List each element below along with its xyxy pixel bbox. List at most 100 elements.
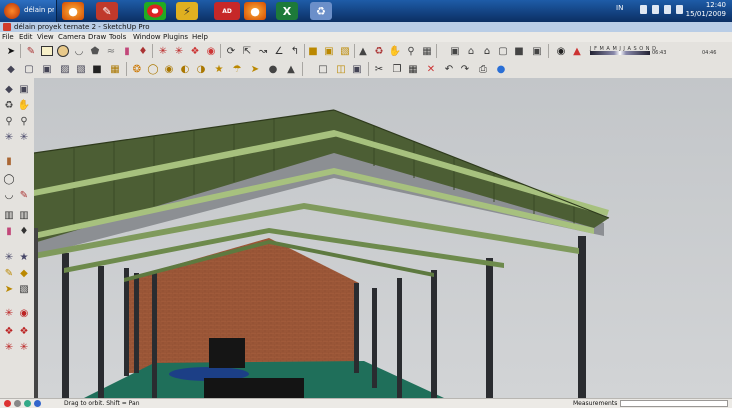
menu-window[interactable]: Window [133, 32, 161, 42]
language-indicator[interactable]: IN [616, 4, 623, 12]
cut-icon[interactable]: ✂ [372, 62, 386, 76]
rectangle-icon[interactable] [40, 44, 54, 58]
help-icon[interactable]: ● [494, 62, 508, 76]
firefox-icon[interactable]: ● [244, 2, 266, 20]
polygon-icon[interactable]: ⬟ [88, 44, 102, 58]
section-plane-icon[interactable]: ▧ [17, 282, 31, 296]
arc-icon[interactable]: ◡ [72, 44, 86, 58]
menu-edit[interactable]: Edit [19, 32, 33, 42]
walk-icon[interactable]: ✳ [2, 340, 16, 354]
pencil-line-icon[interactable]: ✎ [24, 44, 38, 58]
protractor-icon[interactable]: ∠ [272, 44, 286, 58]
sandbox-icon[interactable]: ▮ [2, 154, 16, 168]
iso-view-icon[interactable]: ◆ [4, 62, 18, 76]
text-icon[interactable]: ▥ [2, 208, 16, 222]
section-plane-icon[interactable]: ▲ [356, 44, 370, 58]
recycle-icon[interactable]: ♻ [310, 2, 332, 20]
shadow-toggle-icon[interactable]: ▲ [570, 44, 584, 58]
user-icon[interactable] [24, 400, 31, 407]
zoom-icon[interactable]: ⚲ [2, 114, 16, 128]
offset-icon[interactable]: ❖ [188, 44, 202, 58]
camera-icon[interactable]: ▣ [530, 44, 544, 58]
shaded-texture-icon[interactable]: ◐ [178, 62, 192, 76]
excel-icon[interactable]: X [276, 2, 298, 20]
select-arrow-icon[interactable]: ➤ [4, 44, 18, 58]
sun-icon[interactable]: ◉ [554, 44, 568, 58]
clock[interactable]: 12:40 15/01/2009 [686, 1, 726, 19]
axes-icon[interactable]: ➤ [2, 282, 16, 296]
follow-me-icon[interactable]: ★ [17, 250, 31, 264]
arc-icon[interactable]: ◡ [2, 188, 16, 202]
measurements-input[interactable] [620, 400, 728, 407]
model-info-icon[interactable]: ★ [212, 62, 226, 76]
firefox-icon[interactable]: ● [62, 2, 84, 20]
menu-draw[interactable]: Draw [88, 32, 106, 42]
erase-icon[interactable]: ✕ [424, 62, 438, 76]
shadow-time-slider[interactable] [590, 51, 650, 55]
zoom-window-icon[interactable]: ⚲ [17, 114, 31, 128]
right-view-icon[interactable]: ▨ [58, 62, 72, 76]
pencil-icon[interactable]: ✎ [96, 2, 118, 20]
dimension-icon[interactable]: ▥ [17, 208, 31, 222]
text-icon[interactable]: ▣ [322, 44, 336, 58]
menu-plugins[interactable]: Plugins [163, 32, 188, 42]
look-around-icon[interactable]: ✳ [17, 340, 31, 354]
save-icon[interactable]: ▣ [350, 62, 364, 76]
eraser-icon[interactable]: ▮ [2, 224, 16, 238]
pencil-line-icon[interactable]: ✎ [17, 188, 31, 202]
push-pull-icon[interactable]: ✳ [156, 44, 170, 58]
print-icon[interactable]: ⎙ [476, 62, 490, 76]
house-icon[interactable]: ⌂ [480, 44, 494, 58]
house-icon[interactable]: ⌂ [464, 44, 478, 58]
paint-bucket-icon[interactable]: ♦ [136, 44, 150, 58]
hidden-line-icon[interactable]: ◯ [146, 62, 160, 76]
wireframe-icon[interactable]: ❂ [130, 62, 144, 76]
credits-icon[interactable] [14, 400, 21, 407]
menu-help[interactable]: Help [192, 32, 208, 42]
protractor-icon[interactable]: ◆ [17, 266, 31, 280]
follow-me-icon[interactable]: ✳ [172, 44, 186, 58]
3d-text-icon[interactable]: ▧ [338, 44, 352, 58]
move-icon[interactable]: ◉ [204, 44, 218, 58]
help-icon[interactable] [34, 400, 41, 407]
circle-icon[interactable] [56, 44, 70, 58]
xray-icon[interactable]: ▦ [108, 62, 122, 76]
camera-icon[interactable]: ▣ [448, 44, 462, 58]
eraser-icon[interactable]: ▮ [120, 44, 134, 58]
start-button[interactable]: délain proyek ternate 2 - SketchUp Pro [0, 0, 57, 22]
tape-measure-icon[interactable]: ✎ [2, 266, 16, 280]
paint-bucket-icon[interactable]: ♦ [17, 224, 31, 238]
model-info-icon[interactable]: ☂ [230, 62, 244, 76]
menu-file[interactable]: File [2, 32, 14, 42]
model-info-icon[interactable]: ➤ [248, 62, 262, 76]
top-view-icon[interactable]: ▢ [22, 62, 36, 76]
back-view-icon[interactable]: ▧ [74, 62, 88, 76]
iso-view-icon[interactable]: ◆ [2, 82, 16, 96]
undo-icon[interactable]: ↶ [442, 62, 456, 76]
zoom-extents-icon[interactable]: ▦ [420, 44, 434, 58]
camera-icon[interactable]: ▢ [496, 44, 510, 58]
open-file-icon[interactable]: ◫ [334, 62, 348, 76]
shaded-icon[interactable]: ◉ [162, 62, 176, 76]
menu-view[interactable]: View [37, 32, 54, 42]
pan-icon[interactable]: ✋ [388, 44, 402, 58]
previous-view-icon[interactable]: ✳ [17, 130, 31, 144]
rotate-icon[interactable]: ◉ [17, 306, 31, 320]
tray-icon[interactable] [652, 5, 659, 14]
winamp-icon[interactable]: ⚡ [176, 2, 198, 20]
copy-icon[interactable]: ❐ [390, 62, 404, 76]
dimension-icon[interactable]: ■ [306, 44, 320, 58]
model-info-icon[interactable]: ● [266, 62, 280, 76]
left-view-icon[interactable]: ■ [90, 62, 104, 76]
menu-camera[interactable]: Camera [58, 32, 85, 42]
scale-icon[interactable]: ⇱ [240, 44, 254, 58]
shadow-bar-icon[interactable]: J F M A M J J A S O N D 06:43 04:46 [590, 46, 730, 56]
front-view-icon[interactable]: ▣ [40, 62, 54, 76]
zoom-icon[interactable]: ⚲ [404, 44, 418, 58]
geo-location-icon[interactable] [4, 400, 11, 407]
volume-icon[interactable] [676, 5, 683, 14]
scale-icon[interactable]: ❖ [2, 324, 16, 338]
monochrome-icon[interactable]: ◑ [194, 62, 208, 76]
axes-icon[interactable]: ↰ [288, 44, 302, 58]
tape-measure-icon[interactable]: ↝ [256, 44, 270, 58]
